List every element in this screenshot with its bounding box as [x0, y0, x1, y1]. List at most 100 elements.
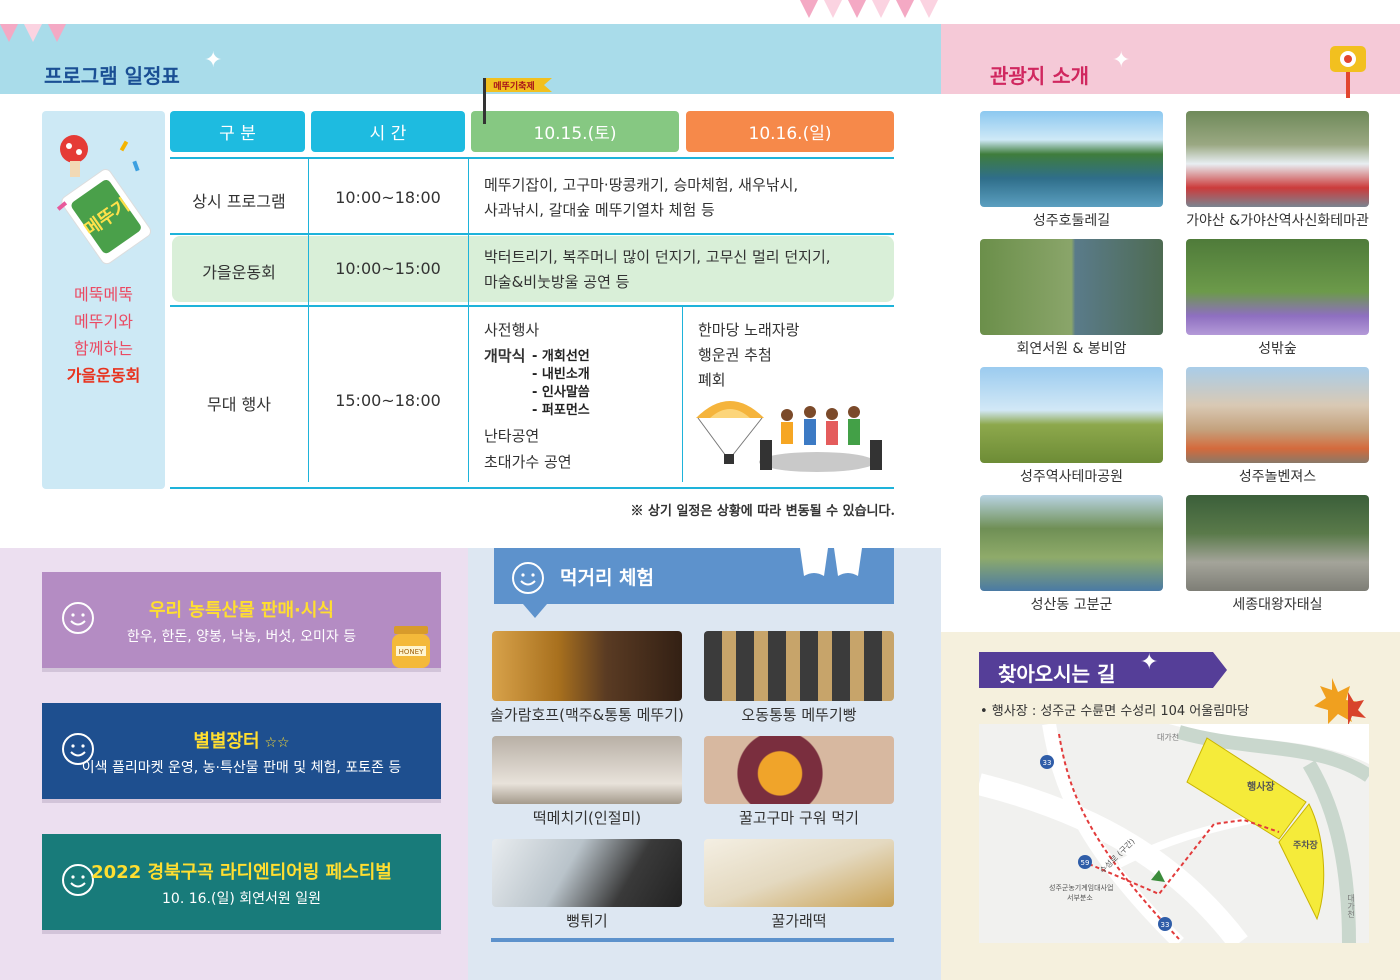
- stage-opening: 개막식: [484, 347, 526, 365]
- row-category: 상시 프로그램: [192, 192, 286, 211]
- maple-leaf-icon: [1314, 678, 1366, 726]
- food-caption: 꿀고구마 구워 먹기: [739, 809, 859, 827]
- table-divider: [468, 159, 469, 482]
- grasshopper-mascot-icon: 메뚜기: [56, 135, 152, 265]
- program-box-title: 우리 농특산물 판매·시식: [149, 600, 334, 621]
- food-caption: 뻥튀기: [566, 912, 608, 930]
- program-box-title: 별별장터 ☆☆: [42, 727, 441, 753]
- food-caption: 꿀가래떡: [771, 912, 827, 930]
- map-venue-label: 행사장: [1247, 780, 1275, 793]
- header-time: 시 간: [311, 111, 465, 152]
- food-photo: [704, 839, 894, 907]
- food-photo: [492, 839, 682, 907]
- tour-photo: [980, 367, 1163, 463]
- camera-icon: [1330, 46, 1366, 98]
- tour-photo: [980, 111, 1163, 207]
- food-caption: 솔가람호프(맥주&통통 메뚜기): [490, 706, 684, 724]
- schedule-side-panel: 메뚜기 메뚝메뚝 메뚜기와 함께하는 가을운동회: [42, 111, 165, 489]
- row-time: 10:00~18:00: [335, 188, 441, 207]
- tour-caption: 성주놀벤져스: [1238, 469, 1317, 485]
- table-divider: [682, 307, 683, 482]
- header-day2: 10.16.(일): [686, 111, 894, 152]
- program-box-title: 2022 경북구곡 라디엔티어링 페스티벌: [91, 862, 392, 883]
- map-river-label: 대가천: [1157, 732, 1179, 742]
- side-slogan-line: 메뚜기와: [74, 312, 133, 331]
- program-box-products: 우리 농특산물 판매·시식 한우, 한돈, 양봉, 낙농, 버섯, 오미자 등: [42, 572, 441, 672]
- food-photo: [704, 631, 894, 701]
- opening-item: - 내빈소개: [532, 367, 590, 382]
- stage-day2-item: 행운권 추첨: [698, 346, 772, 364]
- stage-pre-event: 사전행사: [484, 321, 540, 339]
- stars-icon: ☆☆: [259, 735, 290, 751]
- opening-item: - 개회선언: [532, 349, 590, 364]
- food-photo: [492, 631, 682, 701]
- table-line: [170, 305, 894, 307]
- row-time: 10:00~15:00: [335, 259, 441, 278]
- map-building-label: 성주군농기계임대사업: [1049, 883, 1113, 892]
- tour-photo: [1186, 239, 1369, 335]
- table-line: [170, 157, 894, 159]
- side-slogan-line: 메뚝메뚝: [74, 285, 133, 304]
- tour-caption: 성주호둘레길: [1032, 213, 1111, 229]
- festival-flag-icon: 메뚜기축제: [483, 78, 552, 124]
- map-route-33: 33: [1043, 759, 1052, 767]
- stage-performance-illustration: [696, 401, 882, 472]
- row-description-line: 박터트리기, 복주머니 많이 던지기, 고무신 멀리 던지기,: [484, 248, 831, 266]
- map-route-33: 33: [1161, 921, 1170, 929]
- food-bottom-line: [491, 938, 894, 942]
- honey-jar-icon: HONEY: [392, 626, 430, 668]
- program-box-market: 별별장터 ☆☆ 이색 플리마켓 운영, 농·특산물 판매 및 체험, 포토존 등: [42, 703, 441, 803]
- flag-label: 메뚜기축제: [493, 80, 534, 92]
- opening-item: - 퍼포먼스: [532, 403, 590, 418]
- opening-list: - 개회선언 - 내빈소개 - 인사말씀 - 퍼포먼스: [532, 348, 590, 420]
- tour-photo: [1186, 367, 1369, 463]
- awning-decoration: [800, 548, 862, 576]
- food-photo: [704, 736, 894, 804]
- tour-caption: 회연서원 & 봉비암: [1016, 341, 1127, 357]
- food-caption: 오동통통 메뚜기빵: [741, 706, 857, 724]
- schedule-note: ※ 상기 일정은 상황에 따라 변동될 수 있습니다.: [630, 504, 896, 519]
- bunting-decoration: [0, 24, 72, 42]
- header-category: 구 분: [170, 111, 305, 152]
- stage-after: 난타공연: [484, 427, 540, 445]
- row-description: 박터트리기, 복주머니 많이 던지기, 고무신 멀리 던지기, 마술&비눗방울 …: [484, 245, 831, 295]
- row-description: 메뚜기잡이, 고구마·땅콩캐기, 승마체험, 새우낚시, 사과낚시, 갈대숲 메…: [484, 173, 798, 223]
- tour-caption: 가야산 &가야산역사신화테마관: [1186, 213, 1369, 229]
- stage-day2-list: 한마당 노래자랑 행운권 추첨 폐회: [698, 318, 799, 393]
- row-description-line: 마술&비눗방울 공연 등: [484, 273, 630, 291]
- food-photo: [492, 736, 682, 804]
- food-caption: 떡메치기(인절미): [532, 809, 642, 827]
- stage-day2-item: 한마당 노래자랑: [698, 321, 800, 339]
- row-description-line: 메뚜기잡이, 고구마·땅콩캐기, 승마체험, 새우낚시,: [484, 176, 799, 194]
- tour-photo: [1186, 495, 1369, 591]
- tour-photo: [980, 239, 1163, 335]
- honey-label: HONEY: [399, 648, 424, 656]
- food-title-tab-tip: [523, 604, 547, 618]
- sparkle-icon: ✦: [1112, 48, 1131, 73]
- location-map: 33 59 33 행사장 주차장 대가천 대가천 수성로 (구간) 성주군농기계…: [979, 724, 1369, 943]
- opening-item: - 인사말씀: [532, 385, 590, 400]
- program-box-subtitle: 한우, 한돈, 양봉, 낙농, 버섯, 오미자 등: [126, 629, 357, 645]
- program-box-festival: 2022 경북구곡 라디엔티어링 페스티벌 10. 16.(일) 회연서원 일원: [42, 834, 441, 934]
- tourism-title: 관광지 소개: [990, 64, 1089, 88]
- tour-caption: 성주역사테마공원: [1019, 469, 1124, 485]
- stage-after: 초대가수 공연: [484, 453, 572, 471]
- table-line: [170, 487, 894, 489]
- smile-icon: [512, 562, 544, 594]
- program-box-subtitle: 이색 플리마켓 운영, 농·특산물 판매 및 체험, 포토존 등: [81, 760, 402, 776]
- directions-title: 찾아오시는 길: [998, 662, 1116, 686]
- map-river-label: 대가천: [1346, 894, 1355, 918]
- tour-caption: 성밖숲: [1258, 341, 1297, 357]
- sparkle-icon: ✦: [1140, 650, 1159, 675]
- map-route-59: 59: [1081, 859, 1090, 867]
- map-building-label: 서부분소: [1067, 893, 1093, 902]
- row-description-line: 사과낚시, 갈대숲 메뚜기열차 체험 등: [484, 201, 715, 219]
- side-slogan-highlight: 가을운동회: [66, 366, 141, 385]
- row-category: 가을운동회: [202, 263, 276, 282]
- tour-caption: 세종대왕자태실: [1232, 597, 1323, 613]
- row-category: 무대 행사: [207, 395, 271, 414]
- tour-photo: [1186, 111, 1369, 207]
- table-line: [170, 233, 894, 235]
- sparkle-icon: ✦: [204, 48, 223, 73]
- schedule-title: 프로그램 일정표: [44, 64, 180, 88]
